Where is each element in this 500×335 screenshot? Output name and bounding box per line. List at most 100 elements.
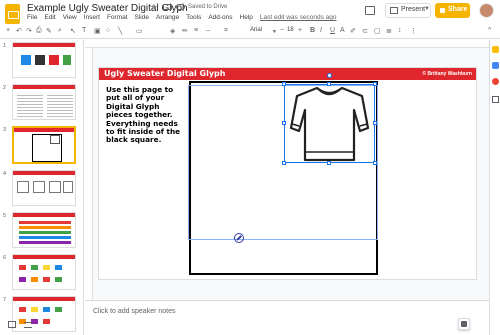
text-box-icon[interactable]: T [82,27,86,34]
resize-handle-bottom-right[interactable] [373,161,377,165]
slide-thumbnail-6[interactable] [12,254,76,290]
print-icon[interactable]: ⎙ [36,27,42,35]
bold-icon[interactable]: B [310,27,315,34]
comments-icon[interactable] [365,6,375,15]
link-icon[interactable]: ⊂ [362,27,368,35]
slides-logo-icon[interactable] [5,4,20,24]
select-icon[interactable]: ↖ [70,27,76,35]
resize-handle-top-right[interactable] [373,82,377,86]
slide-number: 5 [3,213,7,219]
instructions-text[interactable]: Use this page to put all of your Digital… [106,85,186,145]
font-size-decrease-icon[interactable]: − [280,27,284,34]
move-folder-icon[interactable] [163,4,172,10]
thumbnail-graphic [43,307,50,312]
slide-credit[interactable]: © Brittany Washburn [422,71,472,77]
thumbnail-stripe [19,226,71,229]
star-icon[interactable]: ☆ [150,2,158,13]
menu-add-ons[interactable]: Add-ons [208,14,232,24]
line-spacing-icon[interactable]: ↕ [398,27,402,34]
slide-number: 4 [3,171,7,177]
more-options-icon[interactable]: ⋮ [410,27,417,35]
redo-icon[interactable]: ↷ [26,27,32,35]
menu-view[interactable]: View [63,14,77,24]
thumbnail-header [13,43,75,47]
image-icon[interactable]: ▣ [94,27,101,35]
font-size-increase-icon[interactable]: + [298,27,302,34]
add-ons-icon[interactable] [492,96,499,103]
menu-slide[interactable]: Slide [135,14,149,24]
share-label: Share [448,6,468,13]
comment-add-icon[interactable]: ▭ [136,27,143,35]
speaker-notes[interactable]: Click to add speaker notes [85,300,489,335]
slide-thumbnail-2[interactable] [12,84,76,120]
keep-icon[interactable] [492,46,499,53]
thumbnail-stripe [19,241,71,244]
side-panel [489,40,500,335]
shape-icon[interactable]: ○ [106,27,110,34]
present-options-chevron-down-icon[interactable]: ▼ [424,6,430,12]
horizontal-ruler[interactable] [85,40,489,48]
menu-insert[interactable]: Insert [84,14,100,24]
border-weight-icon[interactable]: ≡ [194,27,198,34]
filmstrip: 1 2 3 4 5 6 7 [0,40,84,335]
line-icon[interactable]: ╲ [118,27,122,35]
highlight-icon[interactable]: ✐ [350,27,356,35]
resize-handle-top[interactable] [327,82,331,86]
align-icon[interactable]: ≣ [386,27,392,35]
last-edit-link[interactable]: Last edit was seconds ago [260,14,337,24]
crop-icon[interactable]: ⌗ [224,27,228,35]
slide-thumbnail-4[interactable] [12,170,76,206]
rotation-anchor-icon[interactable] [234,233,244,243]
slide-thumbnail-3[interactable] [12,126,76,164]
slide-thumbnail-1[interactable] [12,42,76,78]
slide-thumbnail-5[interactable] [12,212,76,248]
resize-handle-bottom-left[interactable] [282,161,286,165]
slide-thumbnail-7[interactable] [12,296,76,332]
rotate-handle[interactable] [327,73,332,78]
tasks-icon[interactable] [492,62,499,69]
thumbnail-stripe [19,221,71,224]
text-color-icon[interactable]: A [340,27,345,34]
menu-file[interactable]: File [27,14,37,24]
grid-view-icon[interactable] [8,321,16,328]
italic-icon[interactable]: I [320,27,322,34]
thumbnail-header [14,128,74,132]
resize-handle-bottom[interactable] [327,161,331,165]
slide-header-bar: Ugly Sweater Digital Glyph © Brittany Wa… [99,68,476,80]
collapse-toolbar-chevron-up-icon[interactable]: ^ [488,27,491,34]
thumbnail-header [13,297,75,301]
present-label: Present [401,6,426,13]
insert-comment-icon[interactable]: ▢ [374,27,381,35]
resize-handle-left[interactable] [282,121,286,125]
font-select[interactable]: Arial [250,27,282,37]
font-chevron-down-icon[interactable]: ▼ [272,29,277,35]
menu-help[interactable]: Help [240,14,253,24]
underline-icon[interactable]: U [330,27,335,34]
menu-tools[interactable]: Tools [186,14,201,24]
paint-format-icon[interactable]: ✎ [46,27,52,35]
share-button[interactable]: Share [435,3,470,18]
lock-icon [440,8,445,13]
thumbnail-sweater [49,181,61,193]
resize-handle-top-left[interactable] [282,82,286,86]
font-size-field[interactable]: 18 [287,27,294,33]
explore-button[interactable] [458,318,470,330]
zoom-icon[interactable]: ⌕ [58,27,62,35]
resize-handle-right[interactable] [373,121,377,125]
new-slide-icon[interactable]: + [6,27,10,34]
border-dash-icon[interactable]: ┄ [206,27,210,35]
thumbnail-graphic [31,265,38,270]
thumbnail-text-lines [47,93,73,117]
menu-format[interactable]: Format [107,14,128,24]
menu-edit[interactable]: Edit [44,14,55,24]
border-color-icon[interactable]: ✏ [182,27,188,35]
filmstrip-view-icon[interactable] [24,322,32,328]
slide-title[interactable]: Ugly Sweater Digital Glyph [104,69,225,78]
vertical-ruler[interactable] [85,48,93,300]
slide-number: 3 [3,127,7,133]
avatar[interactable] [479,3,494,18]
maps-icon[interactable] [492,78,499,85]
menu-arrange[interactable]: Arrange [156,14,179,24]
undo-icon[interactable]: ↶ [16,27,22,35]
fill-color-icon[interactable]: ◈ [170,27,175,35]
